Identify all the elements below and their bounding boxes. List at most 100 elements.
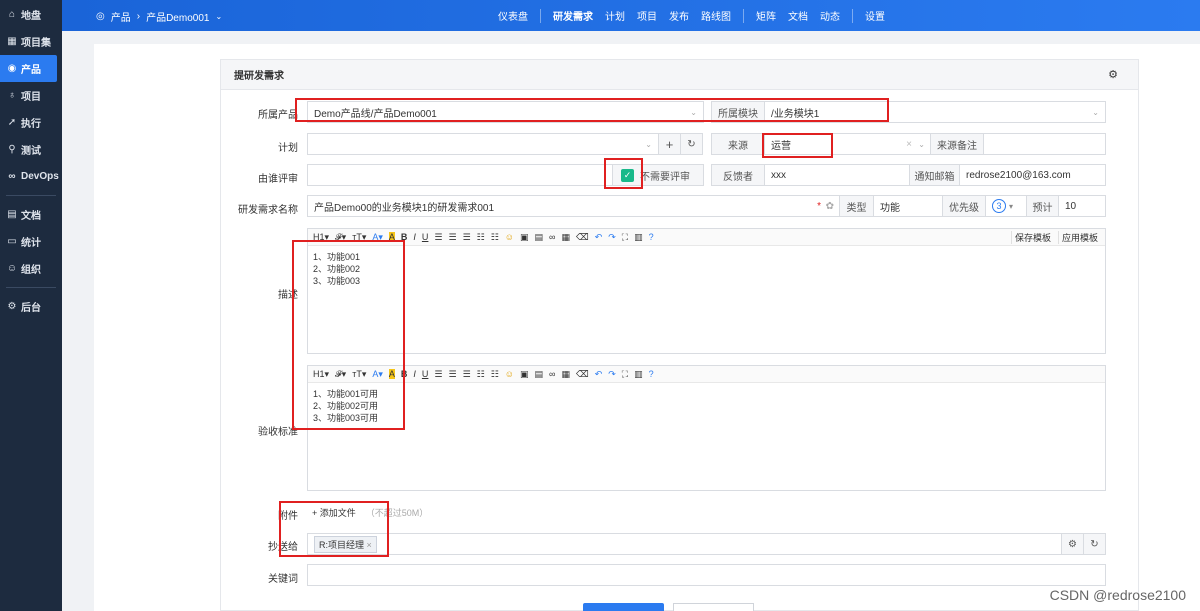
feedback-input[interactable]: xxx — [764, 164, 910, 186]
document-icon: ▤ — [7, 209, 17, 220]
link-icon[interactable]: ∞ — [549, 232, 555, 242]
align-right-icon[interactable]: ☰ — [463, 369, 471, 380]
estimate-input[interactable]: 10 — [1058, 195, 1106, 217]
ordered-list-icon[interactable]: ☷ — [477, 232, 485, 243]
align-left-icon[interactable]: ☰ — [434, 369, 442, 380]
eraser-icon[interactable]: ⌫ — [576, 232, 589, 243]
description-content[interactable]: 1、功能001 2、功能002 3、功能003 — [308, 246, 1105, 292]
image-icon[interactable]: ▣ — [520, 232, 529, 243]
chevron-down-icon: ⌄ — [645, 139, 652, 149]
priority-badge: 3 — [992, 199, 1006, 213]
help-icon[interactable]: ? — [649, 232, 654, 242]
sidebar-item-devops[interactable]: ∞ DevOps — [0, 163, 62, 190]
save-button[interactable] — [583, 603, 664, 611]
redo-icon[interactable]: ↷ — [608, 369, 616, 380]
notify-email-input[interactable]: redrose2100@163.com — [959, 164, 1106, 186]
nav-roadmap[interactable]: 路线图 — [695, 8, 737, 23]
sidebar-item-admin[interactable]: ⚙ 后台 — [0, 293, 62, 320]
refresh-icon[interactable]: ↻ — [680, 133, 703, 155]
priority-label: 优先级 — [942, 195, 986, 217]
breadcrumb: ◎ 产品 › 产品Demo001 ⌄ — [96, 9, 222, 24]
nav-dashboard[interactable]: 仪表盘 — [492, 8, 534, 23]
align-left-icon[interactable]: ☰ — [434, 232, 442, 243]
fullscreen-icon[interactable]: ⛶ — [622, 232, 628, 243]
italic-button[interactable]: I — [413, 369, 416, 379]
fullscreen-icon[interactable]: ⛶ — [622, 369, 628, 380]
sidebar-item-execution[interactable]: ➚ 执行 — [0, 109, 62, 136]
nav-release[interactable]: 发布 — [663, 8, 695, 23]
breadcrumb-product-switcher[interactable]: 产品Demo001 — [146, 9, 209, 24]
gear-icon[interactable]: ⚙ — [1061, 533, 1084, 555]
refresh-icon[interactable]: ↻ — [1083, 533, 1106, 555]
sidebar-item-home[interactable]: ⌂ 地盘 — [0, 1, 62, 28]
sidebar-item-program[interactable]: ▦ 项目集 — [0, 28, 62, 55]
emoji-icon[interactable]: ☺ — [505, 369, 514, 379]
chevron-down-icon: ⌄ — [918, 139, 925, 149]
redo-icon[interactable]: ↷ — [608, 232, 616, 243]
reviewer-label: 由谁评审 — [258, 174, 298, 185]
cc-select[interactable]: R:项目经理 × — [307, 533, 1062, 555]
acceptance-label: 验收标准 — [258, 427, 298, 438]
sidebar-divider — [6, 287, 56, 288]
emoji-icon[interactable]: ☺ — [505, 232, 514, 242]
nav-dynamic[interactable]: 动态 — [814, 8, 846, 23]
align-right-icon[interactable]: ☰ — [463, 232, 471, 243]
paste-icon[interactable]: ▥ — [634, 369, 643, 380]
sidebar-item-org[interactable]: ☺ 组织 — [0, 255, 62, 282]
annotation-box — [762, 133, 833, 158]
sidebar-item-stats[interactable]: ▭ 统计 — [0, 228, 62, 255]
nav-plan[interactable]: 计划 — [599, 8, 631, 23]
clear-icon[interactable]: × — [906, 139, 912, 150]
help-icon[interactable]: ? — [649, 369, 654, 379]
underline-button[interactable]: U — [422, 369, 429, 379]
annotation-box — [295, 98, 889, 122]
nav-project[interactable]: 项目 — [631, 8, 663, 23]
annotation-box — [604, 158, 643, 189]
apply-template-button[interactable]: 应用模板 — [1057, 231, 1101, 244]
breadcrumb-product[interactable]: 产品 — [111, 9, 131, 24]
nav-matrix[interactable]: 矩阵 — [750, 8, 782, 23]
sidebar-item-project[interactable]: ♁ 项目 — [0, 82, 62, 109]
link-icon[interactable]: ∞ — [549, 369, 555, 379]
unordered-list-icon[interactable]: ☷ — [491, 232, 499, 243]
nav-divider — [743, 8, 744, 23]
nav-story[interactable]: 研发需求 — [547, 8, 599, 23]
underline-button[interactable]: U — [422, 232, 429, 242]
align-center-icon[interactable]: ☰ — [448, 369, 456, 380]
palette-icon[interactable]: ✿ — [826, 201, 834, 212]
acceptance-content[interactable]: 1、功能001可用 2、功能002可用 3、功能003可用 — [308, 383, 1105, 429]
story-name-input[interactable]: 产品Demo00的业务模块1的研发需求001 * ✿ — [307, 195, 840, 217]
type-select[interactable]: 功能 — [873, 195, 943, 217]
watermark: CSDN @redrose2100 — [1049, 587, 1186, 603]
eraser-icon[interactable]: ⌫ — [576, 369, 589, 380]
sidebar-item-product[interactable]: ◉ 产品 — [0, 55, 57, 82]
priority-select[interactable]: 3 ▾ — [985, 195, 1027, 217]
sidebar-item-doc[interactable]: ▤ 文档 — [0, 201, 62, 228]
nav-settings[interactable]: 设置 — [859, 8, 891, 23]
ordered-list-icon[interactable]: ☷ — [477, 369, 485, 380]
estimate-label: 预计 — [1026, 195, 1059, 217]
unordered-list-icon[interactable]: ☷ — [491, 369, 499, 380]
image-icon[interactable]: ▣ — [520, 369, 529, 380]
italic-button[interactable]: I — [413, 232, 416, 242]
table-icon[interactable]: ▦ — [561, 369, 570, 380]
back-button[interactable] — [673, 603, 754, 611]
align-center-icon[interactable]: ☰ — [448, 232, 456, 243]
acceptance-editor[interactable]: H1▾ 𝓕▾ тT▾ A▾ A B I U ☰ ☰ ☰ ☷ ☷ ☺ ▣ ▤ ∞ … — [307, 365, 1106, 491]
sidebar-item-test[interactable]: ⚲ 测试 — [0, 136, 62, 163]
paste-icon[interactable]: ▥ — [634, 232, 643, 243]
description-editor[interactable]: H1▾ 𝓕▾ тT▾ A▾ A B I U ☰ ☰ ☰ ☷ ☷ ☺ ▣ ▤ ∞ … — [307, 228, 1106, 354]
keywords-input[interactable] — [307, 564, 1106, 586]
gear-icon[interactable]: ⚙ — [1108, 68, 1118, 81]
save-template-button[interactable]: 保存模板 — [1010, 231, 1054, 244]
plan-select[interactable]: ⌄ — [307, 133, 659, 155]
source-note-input[interactable] — [983, 133, 1106, 155]
undo-icon[interactable]: ↶ — [595, 232, 603, 243]
table-icon[interactable]: ▦ — [561, 232, 570, 243]
nav-doc[interactable]: 文档 — [782, 8, 814, 23]
undo-icon[interactable]: ↶ — [595, 369, 603, 380]
code-icon[interactable]: ▤ — [535, 369, 544, 380]
add-plan-button[interactable]: + — [658, 133, 681, 155]
reviewer-select[interactable] — [307, 164, 613, 186]
code-icon[interactable]: ▤ — [535, 232, 544, 243]
